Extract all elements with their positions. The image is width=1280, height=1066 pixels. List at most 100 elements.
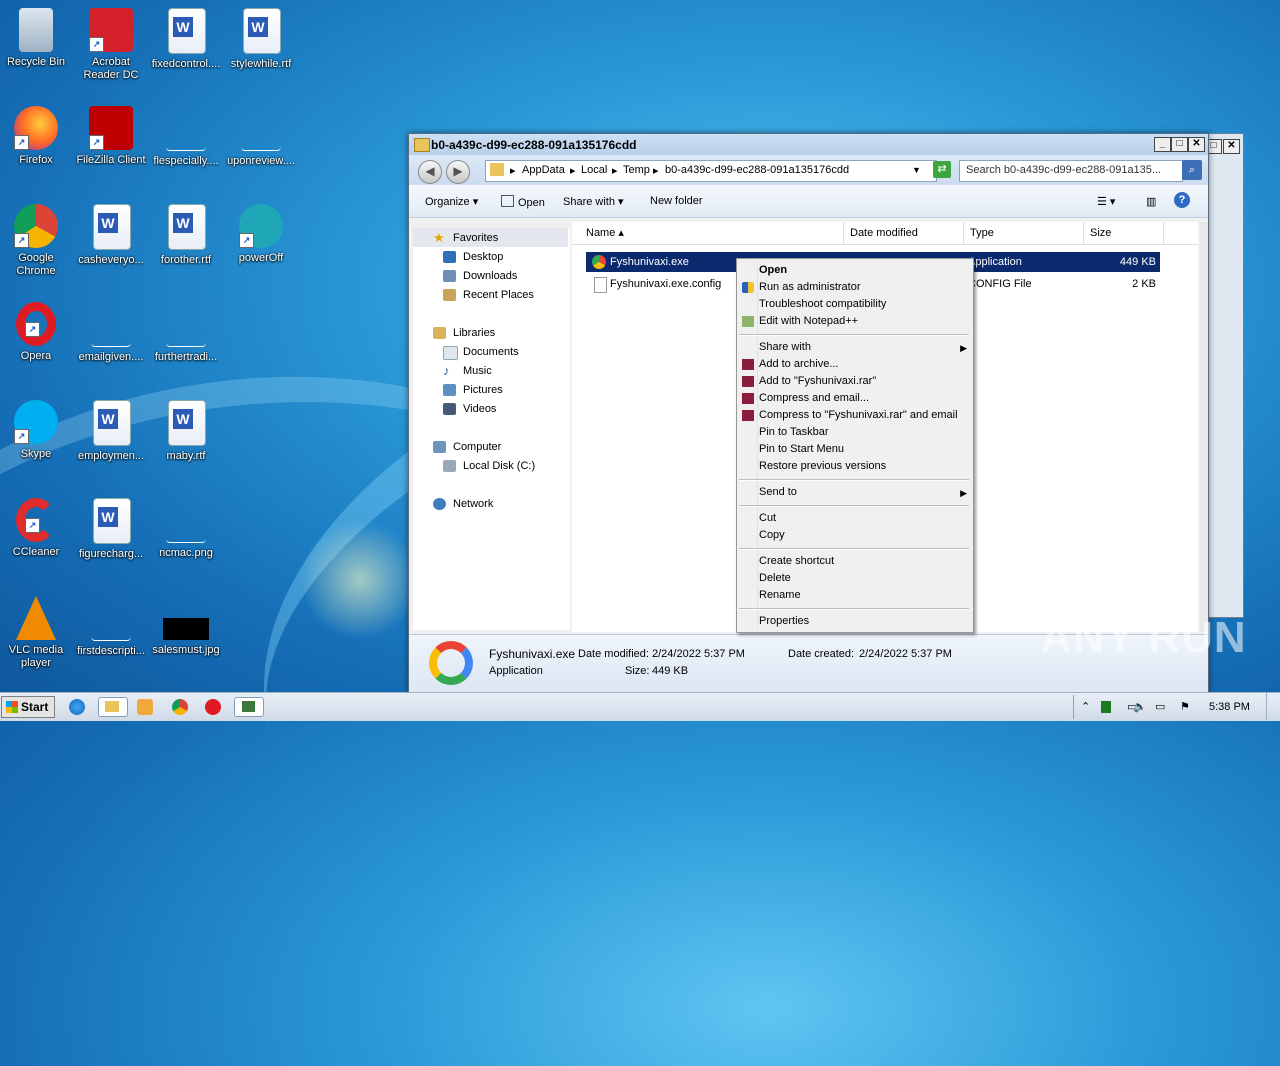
nav-pictures[interactable]: Pictures xyxy=(463,384,503,396)
desktop-icon-opera[interactable]: ↗ Opera xyxy=(0,302,74,363)
desktop-icon-ccleaner[interactable]: ↗ CCleaner xyxy=(0,498,74,559)
menu-item-compress-email[interactable]: Compress and email... xyxy=(759,392,869,404)
desktop-icon-recycle-bin[interactable]: Recycle Bin xyxy=(0,8,74,69)
menu-item-add-archive[interactable]: Add to archive... xyxy=(759,358,839,370)
menu-item-troubleshoot[interactable]: Troubleshoot compatibility xyxy=(759,298,886,310)
show-desktop-button[interactable] xyxy=(1266,693,1279,720)
nav-recent-places[interactable]: Recent Places xyxy=(463,289,534,301)
nav-computer[interactable]: Computer xyxy=(453,441,501,453)
desktop-icon-stylewhile[interactable]: stylewhile.rtf xyxy=(223,8,299,71)
breadcrumb-temp[interactable]: Temp xyxy=(623,164,650,176)
close-button[interactable]: ✕ xyxy=(1223,139,1240,154)
file-size: 449 KB xyxy=(1119,256,1156,268)
nav-videos[interactable]: Videos xyxy=(463,403,496,415)
app-taskbar-icon[interactable] xyxy=(234,697,264,717)
desktop-icon-firefox[interactable]: ↗ Firefox xyxy=(0,106,74,167)
desktop-icon-maby[interactable]: maby.rtf xyxy=(148,400,224,463)
title-bar[interactable]: b0-a439c-d99-ec288-091a135176cdd _ □ ✕ xyxy=(409,134,1208,155)
show-hidden-icons-icon[interactable]: ⌃ xyxy=(1081,693,1090,721)
menu-item-pin-start[interactable]: Pin to Start Menu xyxy=(759,443,844,455)
column-header-type[interactable]: Type xyxy=(964,222,1084,244)
menu-item-cut[interactable]: Cut xyxy=(759,512,776,524)
desktop-icon-acrobat[interactable]: ↗ Acrobat Reader DC xyxy=(73,8,149,82)
menu-item-compress-rar-email[interactable]: Compress to "Fyshunivaxi.rar" and email xyxy=(759,409,958,421)
desktop-icon-uponreview[interactable]: uponreview.... xyxy=(223,106,299,168)
minimize-button[interactable]: _ xyxy=(1154,137,1171,152)
help-icon[interactable]: ? xyxy=(1174,192,1190,208)
open-button[interactable]: Open xyxy=(501,195,545,209)
desktop-icon-casheveryo[interactable]: casheveryo... xyxy=(73,204,149,267)
share-with-button[interactable]: Share with ▾ xyxy=(563,195,624,208)
menu-item-delete[interactable]: Delete xyxy=(759,572,791,584)
media-player-icon[interactable] xyxy=(137,699,153,715)
close-button[interactable]: ✕ xyxy=(1188,137,1205,152)
maximize-button[interactable]: □ xyxy=(1171,137,1188,152)
desktop-icon-emailgiven[interactable]: emailgiven.... xyxy=(73,302,149,364)
desktop-icon-furthertradi[interactable]: furthertradi... xyxy=(148,302,224,364)
menu-item-pin-taskbar[interactable]: Pin to Taskbar xyxy=(759,426,829,438)
breadcrumb-appdata[interactable]: AppData xyxy=(522,164,565,176)
desktop-icon-vlc[interactable]: VLC media player xyxy=(0,596,74,670)
ie-icon[interactable] xyxy=(69,699,85,715)
explorer-taskbar-icon[interactable] xyxy=(98,697,128,717)
nav-libraries[interactable]: Libraries xyxy=(453,327,495,339)
desktop-icon-fixedcontrol[interactable]: fixedcontrol.... xyxy=(148,8,224,71)
nav-music[interactable]: Music xyxy=(463,365,492,377)
volume-icon[interactable]: 🔈 xyxy=(1133,693,1147,721)
new-folder-button[interactable]: New folder xyxy=(650,195,703,207)
refresh-button[interactable]: ⇄ xyxy=(933,161,951,178)
desktop-icon-skype[interactable]: ↗ Skype xyxy=(0,400,74,461)
desktop-icon-flespecially[interactable]: flespecially.... xyxy=(148,106,224,168)
preview-pane-icon[interactable]: ▥ xyxy=(1146,195,1156,208)
column-header-name[interactable]: Name ▴ xyxy=(580,222,844,244)
organize-button[interactable]: Organize ▾ xyxy=(425,195,478,208)
menu-item-add-rar[interactable]: Add to "Fyshunivaxi.rar" xyxy=(759,375,876,387)
menu-item-create-shortcut[interactable]: Create shortcut xyxy=(759,555,834,567)
opera-taskbar-icon[interactable] xyxy=(205,699,221,715)
chevron-down-icon[interactable]: ▼ xyxy=(912,165,921,175)
desktop-icon-forother[interactable]: forother.rtf xyxy=(148,204,224,267)
menu-item-share-with[interactable]: Share with xyxy=(759,341,811,353)
desktop-icon-firstdescripti[interactable]: firstdescripti... xyxy=(73,596,149,658)
menu-item-run-as-admin[interactable]: Run as administrator xyxy=(759,281,861,293)
menu-item-copy[interactable]: Copy xyxy=(759,529,785,541)
breadcrumb-folder[interactable]: b0-a439c-d99-ec288-091a135176cdd xyxy=(665,164,849,176)
menu-item-rename[interactable]: Rename xyxy=(759,589,801,601)
breadcrumb-local[interactable]: Local xyxy=(581,164,607,176)
forward-button[interactable]: ▶ xyxy=(446,160,470,184)
desktop-icon-ncmac[interactable]: ncmac.png xyxy=(148,498,224,560)
nav-desktop[interactable]: Desktop xyxy=(463,251,503,263)
desktop-icon-employmen[interactable]: employmen... xyxy=(73,400,149,463)
search-input[interactable]: Search b0-a439c-d99-ec288-091a135... xyxy=(959,160,1183,182)
start-button[interactable]: Start xyxy=(1,696,55,718)
flag-icon[interactable]: ⚑ xyxy=(1180,693,1190,721)
column-header-size[interactable]: Size xyxy=(1084,222,1164,244)
column-header-date-modified[interactable]: Date modified xyxy=(844,222,964,244)
clock[interactable]: 5:38 PM xyxy=(1209,693,1250,721)
desktop-icon-figurecharg[interactable]: figurecharg... xyxy=(73,498,149,561)
menu-item-edit-notepad[interactable]: Edit with Notepad++ xyxy=(759,315,858,327)
google-logo-icon xyxy=(429,641,473,685)
nav-documents[interactable]: Documents xyxy=(463,346,519,358)
nav-downloads[interactable]: Downloads xyxy=(463,270,517,282)
chrome-taskbar-icon[interactable] xyxy=(172,699,188,715)
vertical-scrollbar[interactable] xyxy=(1200,222,1208,632)
desktop-icon-poweroff[interactable]: ↗ powerOff xyxy=(223,204,299,265)
word-document-icon xyxy=(168,400,206,446)
back-button[interactable]: ◀ xyxy=(418,160,442,184)
address-bar[interactable]: ▸ AppData ▸ Local ▸ Temp ▸ b0-a439c-d99-… xyxy=(485,160,937,182)
view-options-icon[interactable]: ☰ ▾ xyxy=(1097,195,1115,208)
menu-item-properties[interactable]: Properties xyxy=(759,615,809,627)
desktop-icon-chrome[interactable]: ↗ Google Chrome xyxy=(0,204,74,278)
menu-item-send-to[interactable]: Send to xyxy=(759,486,797,498)
network-status-icon[interactable] xyxy=(1101,701,1111,713)
nav-network[interactable]: Network xyxy=(453,498,493,510)
desktop-icon-salesmust[interactable]: salesmust.jpg xyxy=(148,596,224,657)
nav-local-disk[interactable]: Local Disk (C:) xyxy=(463,460,535,472)
search-icon[interactable]: ⌕ xyxy=(1182,160,1202,180)
menu-item-open[interactable]: Open xyxy=(759,264,787,276)
menu-item-restore[interactable]: Restore previous versions xyxy=(759,460,886,472)
display-icon[interactable]: ▭ xyxy=(1155,693,1165,721)
menu-separator xyxy=(739,608,969,610)
desktop-icon-filezilla[interactable]: ↗ FileZilla Client xyxy=(73,106,149,167)
